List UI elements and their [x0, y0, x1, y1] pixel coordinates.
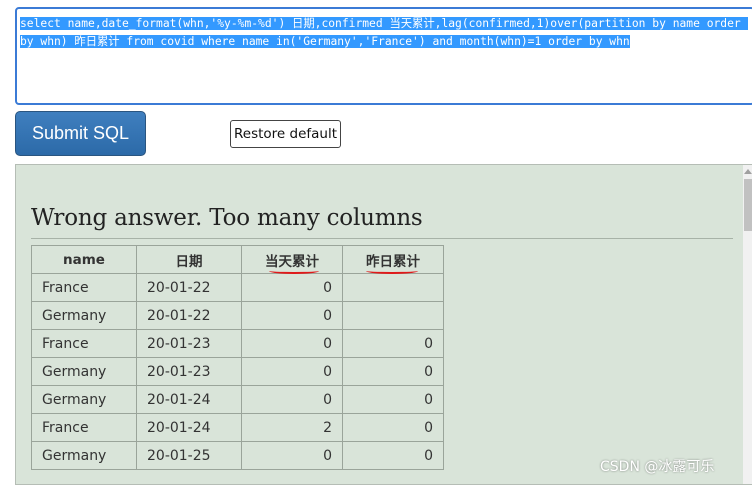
table-cell: 0 [241, 301, 343, 330]
table-cell: 0 [241, 357, 343, 386]
table-cell: Germany [31, 301, 137, 330]
table-cell: 0 [342, 441, 444, 470]
table-cell: France [31, 413, 137, 442]
table-cell: 0 [241, 385, 343, 414]
table-row: Germany 20-01-24 0 0 [31, 385, 444, 414]
table-cell: France [31, 329, 137, 358]
table-cell: 20-01-22 [136, 273, 242, 302]
table-cell: 0 [342, 329, 444, 358]
submit-sql-button[interactable]: Submit SQL [15, 111, 146, 156]
column-header: name [31, 245, 137, 274]
red-annotation-underline [366, 268, 418, 274]
red-annotation-underline [269, 268, 319, 274]
table-row: Germany 20-01-23 0 0 [31, 357, 444, 386]
table-row: Germany 20-01-22 0 [31, 301, 444, 330]
restore-default-button[interactable]: Restore default [230, 120, 341, 148]
result-table: name 日期 当天累计 昨日累计 France 20-01-22 0 Germ… [31, 245, 444, 470]
table-cell: 0 [342, 357, 444, 386]
vertical-scrollbar[interactable] [743, 165, 752, 484]
table-cell: 0 [241, 441, 343, 470]
table-cell: Germany [31, 357, 137, 386]
table-cell: 2 [241, 413, 343, 442]
sql-input[interactable]: select name,date_format(whn,'%y-%m-%d') … [15, 7, 752, 105]
table-cell: 20-01-22 [136, 301, 242, 330]
watermark: CSDN @冰露可乐 [600, 459, 715, 475]
table-cell: 20-01-24 [136, 413, 242, 442]
scrollbar-thumb[interactable] [744, 179, 752, 231]
title-divider [31, 238, 733, 239]
table-cell: Germany [31, 441, 137, 470]
table-cell: 20-01-24 [136, 385, 242, 414]
result-panel: Wrong answer. Too many columns name 日期 当… [15, 164, 752, 485]
sql-input-text[interactable]: select name,date_format(whn,'%y-%m-%d') … [20, 17, 748, 48]
table-cell: 20-01-23 [136, 329, 242, 358]
table-cell [342, 301, 444, 330]
table-row: France 20-01-22 0 [31, 273, 444, 302]
table-cell: Germany [31, 385, 137, 414]
table-cell: 20-01-25 [136, 441, 242, 470]
table-row: Germany 20-01-25 0 0 [31, 441, 444, 470]
table-row: France 20-01-23 0 0 [31, 329, 444, 358]
table-cell: 0 [241, 329, 343, 358]
table-cell: 0 [342, 413, 444, 442]
table-row: France 20-01-24 2 0 [31, 413, 444, 442]
table-cell: 0 [241, 273, 343, 302]
result-message: Wrong answer. Too many columns [31, 205, 423, 231]
table-cell: France [31, 273, 137, 302]
table-cell: 20-01-23 [136, 357, 242, 386]
table-cell: 0 [342, 385, 444, 414]
table-cell [342, 273, 444, 302]
column-header: 日期 [136, 245, 242, 274]
scroll-up-arrow-icon[interactable] [744, 169, 752, 174]
